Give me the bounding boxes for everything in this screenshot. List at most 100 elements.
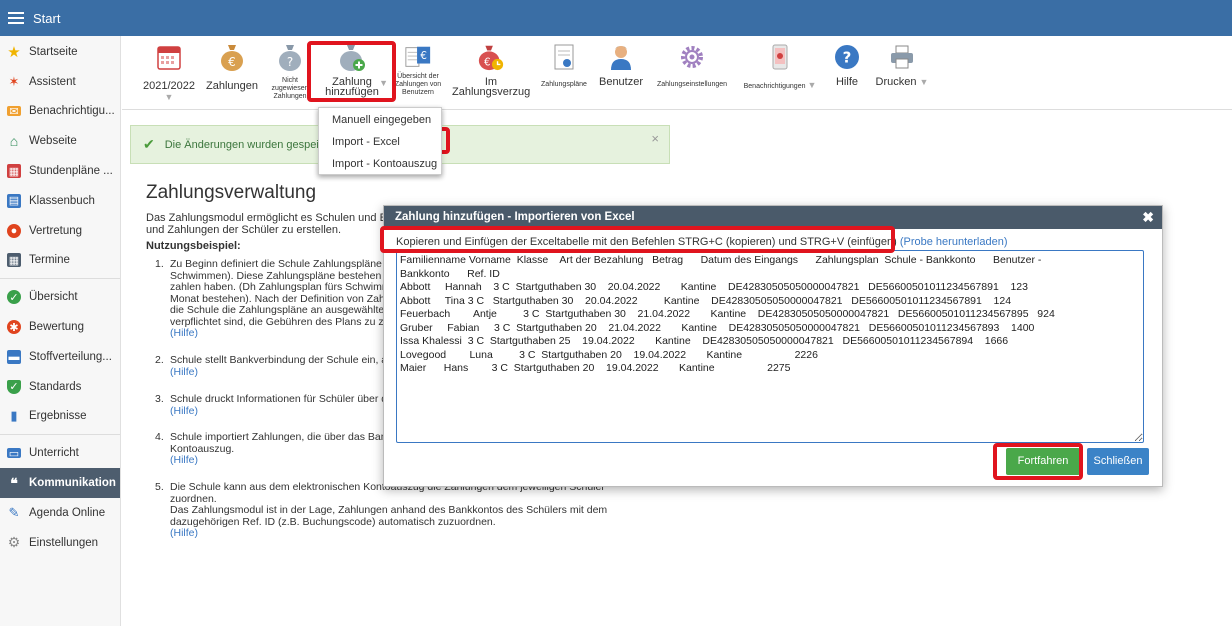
drucken-button[interactable]: Drucken ▼ <box>872 42 932 88</box>
person-icon: ● <box>7 223 21 238</box>
gear-icon <box>678 42 706 72</box>
sidebar-item-label: Termine <box>29 254 70 267</box>
sidebar-item-label: Kommunikation <box>29 477 116 490</box>
dialog-instruction: Kopieren und Einfügen der Exceltabelle m… <box>396 236 1007 248</box>
zahlungen-button[interactable]: € Zahlungen <box>206 42 258 92</box>
usage-step-5: 5. Die Schule kann aus dem elektronische… <box>155 481 645 540</box>
sidebar-item-kommunikation[interactable]: ❝Kommunikation› <box>0 468 120 498</box>
add-payment-dropdown-overlay: Manuell eingegeben Import - Excel Import… <box>318 107 442 175</box>
briefcase-icon: ▬ <box>7 349 21 364</box>
step-line: Das Zahlungsmodul ist in der Lage, Zahlu… <box>170 504 608 516</box>
sidebar-item-klassenbuch[interactable]: ▤ Klassenbuch <box>0 186 120 216</box>
dialog-header: Zahlung hinzufügen - Importieren von Exc… <box>384 206 1162 229</box>
help-icon: ? <box>833 42 861 72</box>
home-icon: ⌂ <box>9 133 19 150</box>
sidebar-item-webseite[interactable]: ⌂ Webseite <box>0 126 120 156</box>
year-selector[interactable]: 2021/2022 ▼ <box>138 42 200 103</box>
chevron-down-icon: ▼ <box>807 80 817 90</box>
sample-download-link[interactable]: (Probe herunterladen) <box>900 236 1008 248</box>
menu-item-manuell[interactable]: Manuell eingegeben <box>319 109 441 131</box>
sidebar-item-label: Ergebnisse <box>29 410 87 423</box>
chevron-down-icon: ▼ <box>164 92 174 102</box>
zahlung-hinzufuegen-button[interactable]: Zahlung hinzufügen ▼ <box>320 42 388 98</box>
sidebar-item-ergebnisse[interactable]: ▮ Ergebnisse <box>0 402 120 432</box>
sidebar-item-label: Startseite <box>29 45 78 58</box>
star-icon: ★ <box>7 43 21 61</box>
sidebar-divider <box>0 278 120 280</box>
shield-icon: ✓ <box>7 379 21 394</box>
svg-text:?: ? <box>287 55 293 69</box>
close-button[interactable]: Schließen <box>1087 448 1149 475</box>
wand-icon: ✶ <box>8 73 20 89</box>
sidebar-item-einstellungen[interactable]: ⚙ Einstellungen <box>0 528 120 558</box>
sidebar-item-label: Standards <box>29 380 82 393</box>
zahlungsplaene-button[interactable]: Zahlungspläne <box>536 42 592 89</box>
bar-chart-icon: ▮ <box>10 408 18 424</box>
benachrichtigungen-label: Benachrichtigungen <box>743 83 806 90</box>
app-title[interactable]: Start <box>33 11 60 26</box>
gear-icon: ⚙ <box>7 534 21 551</box>
hilfe-label: Hilfe <box>835 76 858 88</box>
benachrichtigungen-button[interactable]: Benachrichtigungen ▼ <box>738 42 822 91</box>
money-bag-euro-icon: € <box>218 42 246 72</box>
checkmark-icon: ✔ <box>143 136 155 152</box>
benutzer-button[interactable]: Benutzer <box>598 42 644 88</box>
menu-icon[interactable] <box>8 12 24 24</box>
step-number: 2. <box>155 354 164 366</box>
uebersicht-label-1: Übersicht der <box>397 73 439 80</box>
sidebar-item-unterricht[interactable]: ▭ Unterricht <box>0 438 120 468</box>
zahlungsplaene-label: Zahlungspläne <box>541 81 587 88</box>
sidebar-item-label: Bewertung <box>29 321 84 334</box>
chevron-down-icon: ▼ <box>379 78 388 88</box>
close-icon[interactable]: ✖ <box>1142 206 1154 229</box>
sidebar-item-vertretung[interactable]: ● Vertretung <box>0 216 120 246</box>
sidebar-item-stoffverteilung[interactable]: ▬ Stoffverteilung... <box>0 342 120 372</box>
sidebar-item-benachrichtigungen[interactable]: ✉ Benachrichtigu... <box>0 97 120 127</box>
step-number: 1. <box>155 258 164 270</box>
book-icon: ▤ <box>7 193 21 208</box>
phone-notification-icon <box>766 42 794 72</box>
nicht-zugewiesen-button[interactable]: ? Nicht zugewiesen Zahlungen <box>264 42 316 101</box>
sidebar-item-agenda-online[interactable]: ✎ Agenda Online <box>0 498 120 528</box>
menu-item-import-excel[interactable]: Import - Excel <box>319 131 441 153</box>
step-number: 4. <box>155 431 164 443</box>
zahlungseinstellungen-button[interactable]: Zahlungseinstellungen <box>652 42 732 89</box>
sidebar-item-standards[interactable]: ✓ Standards <box>0 372 120 402</box>
sidebar-item-stundenplaene[interactable]: ▦ Stundenpläne ... <box>0 156 120 186</box>
close-alert-icon[interactable]: × <box>651 131 659 146</box>
sidebar-item-label: Stundenpläne ... <box>29 165 113 178</box>
page-title: Zahlungsverwaltung <box>146 182 317 203</box>
dialog-title: Zahlung hinzufügen - Importieren von Exc… <box>395 211 635 223</box>
year-label: 2021/2022 <box>143 80 195 92</box>
document-plan-icon <box>550 42 578 72</box>
sidebar-item-uebersicht[interactable]: ✓ Übersicht <box>0 282 120 312</box>
nicht-zugewiesen-label-2: zugewiesen <box>271 85 309 92</box>
zahlungseinstellungen-label: Zahlungseinstellungen <box>656 81 728 88</box>
sidebar-item-label: Vertretung <box>29 224 83 237</box>
sidebar-item-termine[interactable]: ▦ Termine <box>0 246 120 276</box>
usage-heading: Nutzungsbeispiel: <box>146 240 241 252</box>
continue-button[interactable]: Fortfahren <box>1006 448 1080 475</box>
sidebar-item-assistent[interactable]: ✶ Assistent <box>0 67 120 97</box>
benutzer-label: Benutzer <box>598 76 644 88</box>
nicht-zugewiesen-label-1: Nicht <box>282 77 298 84</box>
excel-paste-textarea[interactable]: Familienname Vorname Klasse Art der Beza… <box>396 250 1144 443</box>
sidebar-item-bewertung[interactable]: ✱ Bewertung <box>0 312 120 342</box>
sidebar-item-startseite[interactable]: ★ Startseite <box>0 37 120 67</box>
menu-item-import-kontoauszug[interactable]: Import - Kontoauszug <box>319 153 441 175</box>
step-line: dazugehörigen Ref. ID (z.B. Buchungscode… <box>170 515 496 528</box>
check-circle-icon: ✓ <box>7 290 21 305</box>
instruction-text: Kopieren und Einfügen der Exceltabelle m… <box>396 236 897 248</box>
svg-text:€: € <box>484 56 491 68</box>
uebersicht-zahlungen-button[interactable]: € Übersicht der Zahlungen von Benutzern <box>394 42 442 97</box>
help-link[interactable]: (Hilfe) <box>170 527 645 540</box>
zahlungen-label: Zahlungen <box>206 80 258 92</box>
step-number: 5. <box>155 481 164 493</box>
zahlung-hinzufuegen-label-2: hinzufügen <box>325 86 379 98</box>
step-number: 3. <box>155 393 164 405</box>
sidebar-item-label: Einstellungen <box>29 536 99 549</box>
zahlungsverzug-button[interactable]: € Im Zahlungsverzug <box>452 42 530 98</box>
sidebar-item-label: Stoffverteilung... <box>29 350 112 363</box>
hilfe-button[interactable]: ? Hilfe <box>828 42 866 88</box>
money-bag-clock-icon: € <box>477 42 505 72</box>
